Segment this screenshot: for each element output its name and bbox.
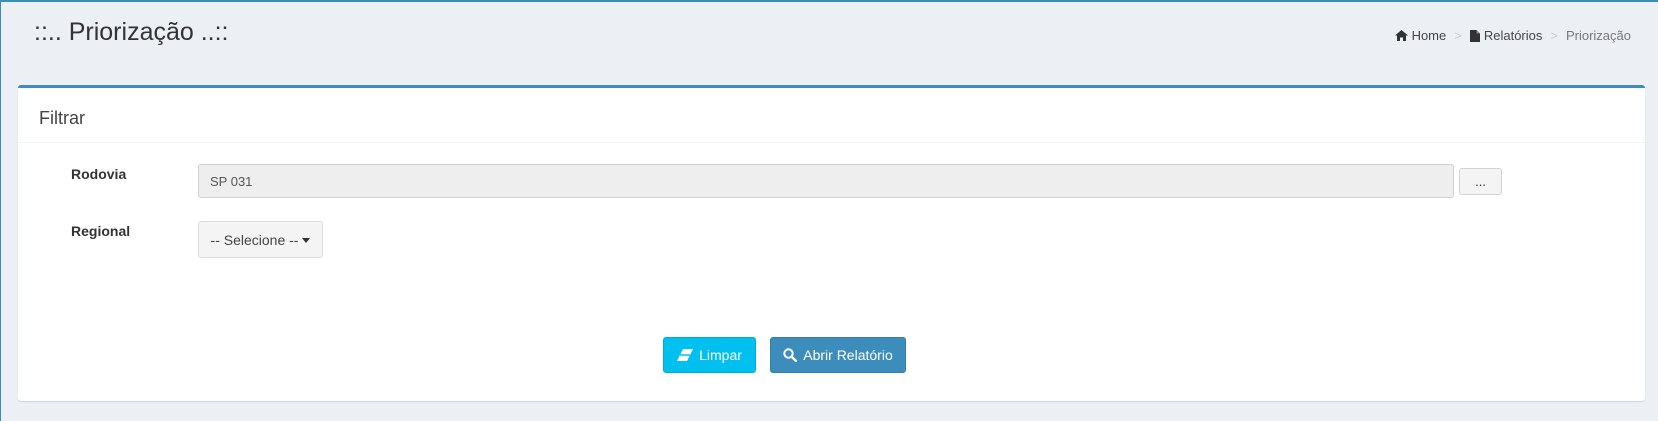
clear-button[interactable]: Limpar (663, 337, 756, 373)
filter-panel: Filtrar Rodovia ... Regional -- Selecion… (18, 85, 1645, 401)
file-icon (1469, 29, 1480, 42)
regional-label: Regional (71, 223, 131, 239)
regional-selected-value: -- Selecione -- (210, 231, 299, 248)
page: ::.. Priorização ..:: Home > Relatórios … (0, 0, 1658, 421)
open-report-button[interactable]: Abrir Relatório (770, 337, 906, 373)
breadcrumb-relatorios[interactable]: Relatórios (1469, 28, 1543, 43)
page-title: ::.. Priorização ..:: (34, 18, 229, 46)
rodovia-input[interactable] (198, 164, 1454, 198)
open-report-button-label: Abrir Relatório (803, 347, 893, 363)
content-header: ::.. Priorização ..:: Home > Relatórios … (1, 2, 1658, 72)
clear-button-label: Limpar (699, 347, 742, 363)
breadcrumb-home-label: Home (1411, 28, 1447, 43)
rodovia-lookup-button[interactable]: ... (1459, 168, 1502, 195)
filter-panel-title: Filtrar (39, 108, 85, 128)
breadcrumb-home[interactable]: Home (1394, 28, 1447, 43)
home-icon (1394, 30, 1408, 41)
breadcrumb-separator: > (1550, 28, 1558, 43)
filter-panel-header: Filtrar (18, 88, 1645, 143)
caret-down-icon (302, 237, 311, 243)
search-icon (783, 348, 798, 362)
breadcrumb-separator: > (1454, 28, 1462, 43)
breadcrumb-relatorios-label: Relatórios (1483, 28, 1543, 43)
rodovia-label: Rodovia (71, 166, 127, 182)
breadcrumb: Home > Relatórios > Priorização (1394, 28, 1631, 43)
regional-dropdown[interactable]: -- Selecione -- (198, 221, 323, 258)
breadcrumb-current: Priorização (1565, 28, 1631, 43)
eraser-icon (677, 349, 694, 361)
